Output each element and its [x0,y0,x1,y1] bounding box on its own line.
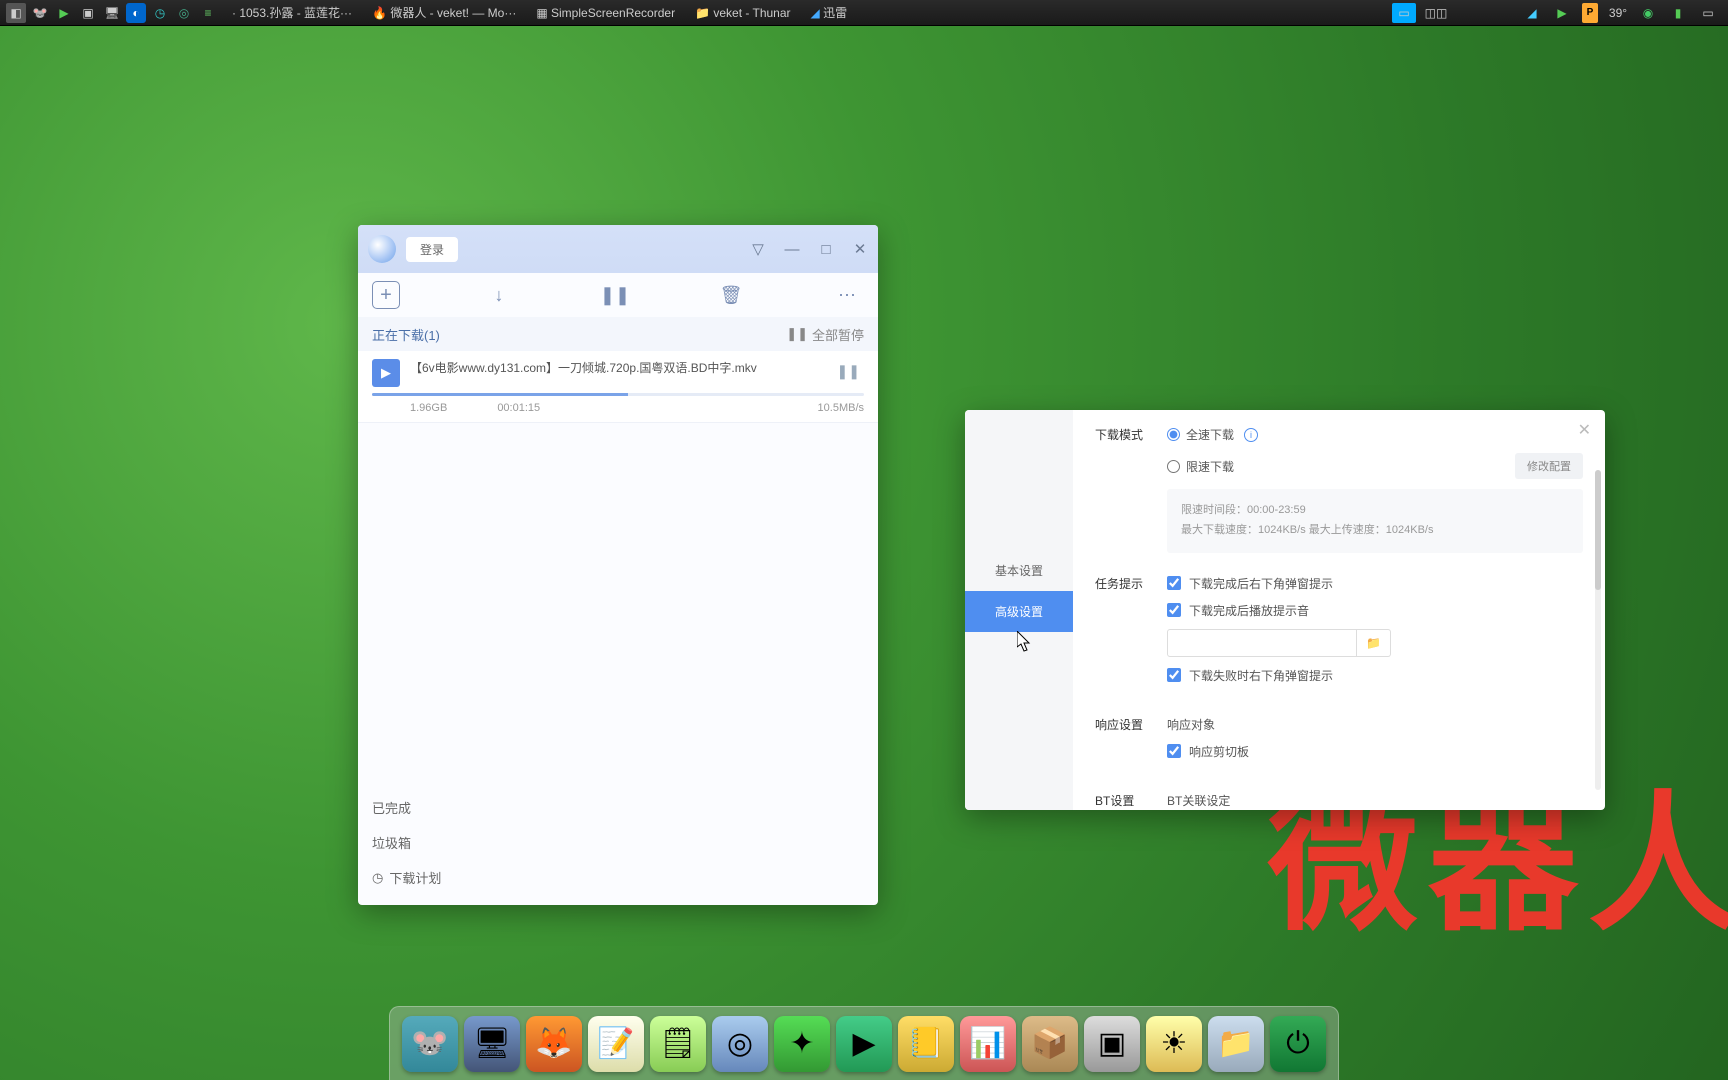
tray-wifi-icon[interactable]: ◉ [1638,3,1658,23]
tray-p-icon[interactable]: P [1582,3,1598,23]
audio-icon[interactable]: ≡ [198,3,218,23]
dock-brightness[interactable]: ☀ [1146,1016,1202,1072]
radio-limitspeed[interactable] [1167,460,1180,473]
bt-assoc-label: BT关联设定 [1167,792,1583,809]
tray-battery-icon[interactable]: ▮ [1668,3,1688,23]
dock-firefox[interactable]: 🦊 [526,1016,582,1072]
chk-complete-popup[interactable] [1167,576,1181,590]
scrollbar-thumb[interactable] [1595,470,1601,590]
dock-editor[interactable]: 📝 [588,1016,644,1072]
limit-info-box: 限速时间段：00:00-23:59 最大下载速度：1024KB/s 最大上传速度… [1167,489,1583,553]
download-filename: 【6v电影www.dy131.com】一刀倾城.720p.国粤双语.BD中字.m… [410,359,823,377]
tray-play-icon[interactable]: ▶ [1552,3,1572,23]
section-label-mode: 下载模式 [1095,426,1167,553]
section-label-task: 任务提示 [1095,575,1167,694]
edit-config-button[interactable]: 修改配置 [1515,453,1583,479]
xunlei-logo-icon [368,235,396,263]
menu-icon[interactable]: ◧ [6,3,26,23]
tray-bird-icon[interactable]: ◢ [1522,3,1542,23]
monitor-icon[interactable]: 🖥 [102,3,122,23]
clock-icon[interactable]: ◷ [150,3,170,23]
dock-media[interactable]: ▶ [836,1016,892,1072]
tab-downloading[interactable]: 正在下载(1) [372,325,440,344]
close-icon[interactable]: ✕ [852,241,868,257]
dock-notes[interactable]: 🗒 [650,1016,706,1072]
xfce-icon[interactable]: 🐭 [30,3,50,23]
taskbar: ◧ 🐭 ▶ ▣ 🖥 ◐ ◷ ◎ ≡ · 1053.孙露 - 蓝莲花··· 🔥 微… [0,0,1728,26]
chk-complete-sound[interactable] [1167,603,1181,617]
dock: 🐭 🖥 🦊 📝 🗒 ◎ ✦ ▶ 📒 📊 📦 ▣ ☀ 📁 ⏻ [389,1006,1339,1080]
taskbar-app-browser[interactable]: 🔥 微器人 - veket! — Mo··· [364,0,524,26]
taskbar-app-thunar[interactable]: 📁 veket - Thunar [687,0,798,26]
pause-icon: ❚❚ [786,326,808,342]
xunlei-tabs: 正在下载(1) ❚❚ 全部暂停 [358,317,878,351]
play-icon[interactable]: ▶ [54,3,74,23]
radio-fullspeed[interactable] [1167,428,1180,441]
xunlei-bottom-nav: 已完成 垃圾箱 ◷下载计划 [358,780,878,905]
xunlei-window: 登录 ▽ — □ ✕ + ↓ ❚❚ 🗑 ⋯ 正在下载(1) ❚❚ 全部暂停 ▶ … [358,225,878,905]
pause-button[interactable]: ❚❚ [598,278,632,312]
progress-bar [372,393,864,396]
clock-icon: ◷ [372,870,383,886]
download-meta: 1.96GB 00:01:15 10.5MB/s [372,402,864,414]
settings-close-button[interactable]: ✕ [1578,420,1591,440]
tray-screen-icon[interactable]: ▭ [1392,3,1416,23]
dock-power[interactable]: ⏻ [1270,1016,1326,1072]
taskbar-right: ▭ ◫◫ ◢ ▶ P 39° ◉ ▮ ▭ [1390,3,1728,23]
settings-main: ✕ 下载模式 全速下载 i 限速下载 修改配置 限速时间段：00:00-23 [1073,410,1605,810]
pause-all-button[interactable]: ❚❚ 全部暂停 [786,325,864,344]
nav-plan[interactable]: ◷下载计划 [372,860,864,895]
dropdown-icon[interactable]: ▽ [750,241,766,257]
tray-workspace-icon[interactable]: ◫◫ [1426,3,1446,23]
dock-note2[interactable]: 📒 [898,1016,954,1072]
browse-folder-button[interactable]: 📁 [1357,629,1391,657]
dock-terminal[interactable]: ▣ [1084,1016,1140,1072]
download-button[interactable]: ↓ [482,278,516,312]
dock-office[interactable]: 📊 [960,1016,1016,1072]
dock-chromium[interactable]: ◎ [712,1016,768,1072]
resp-target-label: 响应对象 [1167,716,1583,733]
add-task-button[interactable]: + [372,281,400,309]
nav-trash[interactable]: 垃圾箱 [372,825,864,860]
minimize-icon[interactable]: — [784,241,800,257]
app-icon[interactable]: ◐ [126,3,146,23]
dock-display[interactable]: 🖥 [464,1016,520,1072]
dock-xfce[interactable]: 🐭 [402,1016,458,1072]
scrollbar[interactable] [1595,470,1601,790]
xunlei-toolbar: + ↓ ❚❚ 🗑 ⋯ [358,273,878,317]
maximize-icon[interactable]: □ [818,241,834,257]
chk-clipboard[interactable] [1167,744,1181,758]
more-button[interactable]: ⋯ [830,278,864,312]
sound-path-input[interactable] [1167,629,1357,657]
globe-icon[interactable]: ◎ [174,3,194,23]
terminal-icon[interactable]: ▣ [78,3,98,23]
info-icon[interactable]: i [1244,428,1258,442]
video-thumb-icon: ▶ [372,359,400,387]
nav-completed[interactable]: 已完成 [372,790,864,825]
delete-button[interactable]: 🗑 [714,278,748,312]
taskbar-app-music[interactable]: · 1053.孙露 - 蓝莲花··· [224,0,360,26]
settings-window: 基本设置 高级设置 ✕ 下载模式 全速下载 i 限速下载 修改配置 [965,410,1605,810]
sidebar-advanced[interactable]: 高级设置 [965,591,1073,632]
taskbar-left: ◧ 🐭 ▶ ▣ 🖥 ◐ ◷ ◎ ≡ · 1053.孙露 - 蓝莲花··· 🔥 微… [0,0,855,26]
dock-share[interactable]: ✦ [774,1016,830,1072]
dock-archive[interactable]: 📦 [1022,1016,1078,1072]
sidebar-basic[interactable]: 基本设置 [965,550,1073,591]
taskbar-app-recorder[interactable]: ▦ SimpleScreenRecorder [528,0,683,26]
xunlei-titlebar[interactable]: 登录 ▽ — □ ✕ [358,225,878,273]
tray-drawer-icon[interactable]: ▭ [1698,3,1718,23]
tray-temp-icon[interactable]: 39° [1608,3,1628,23]
download-item[interactable]: ▶ 【6v电影www.dy131.com】一刀倾城.720p.国粤双语.BD中字… [358,351,878,423]
section-label-resp: 响应设置 [1095,716,1167,770]
section-label-bt: BT设置 [1095,792,1167,809]
dock-folder[interactable]: 📁 [1208,1016,1264,1072]
settings-sidebar: 基本设置 高级设置 [965,410,1073,810]
taskbar-app-xunlei[interactable]: ◢ 迅雷 [803,0,856,26]
login-button[interactable]: 登录 [406,237,458,262]
chk-fail-popup[interactable] [1167,668,1181,682]
item-pause-button[interactable]: ❚❚ [833,359,864,384]
